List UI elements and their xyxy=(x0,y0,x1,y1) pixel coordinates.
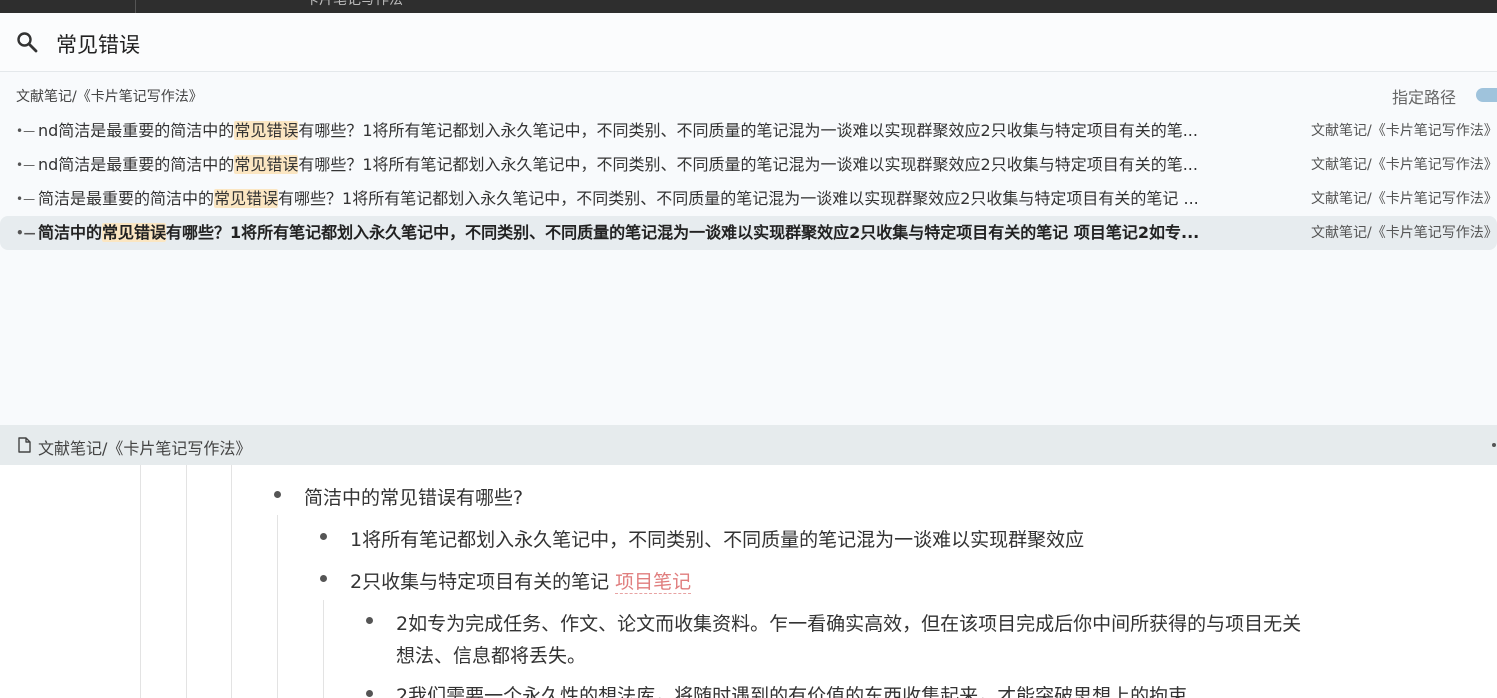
specify-path-toggle[interactable] xyxy=(1476,88,1497,102)
result-icon: •— xyxy=(16,226,36,240)
bullet[interactable] xyxy=(320,575,327,582)
preview-title: 文献笔记/《卡片笔记写作法》 xyxy=(38,439,252,458)
outline-line[interactable]: 简洁中的常见错误有哪些? xyxy=(304,483,523,510)
wiki-link[interactable]: 项目笔记 xyxy=(615,571,692,594)
search-icon xyxy=(17,32,38,53)
more-options-icon[interactable] xyxy=(1492,443,1496,447)
file-icon xyxy=(18,437,31,453)
outline-line[interactable]: 2只收集与特定项目有关的笔记 项目笔记 xyxy=(350,567,692,594)
path-filter-bar: 文献笔记/《卡片笔记写作法》 指定路径 xyxy=(0,80,1497,108)
current-path: 文献笔记/《卡片笔记写作法》 xyxy=(16,89,203,105)
indent-guide xyxy=(277,515,278,698)
indent-guide xyxy=(140,465,141,698)
top-bar: 卡片笔记写作法 xyxy=(0,0,1497,13)
result-source: 文献笔记/《卡片笔记写作法》 xyxy=(1311,123,1497,139)
match-highlight: 常见错误 xyxy=(214,189,279,208)
result-text: nd简洁是最重要的简洁中的常见错误有哪些？1将所有笔记都划入永久笔记中，不同类别… xyxy=(38,121,1198,140)
search-result-row[interactable]: •— nd简洁是最重要的简洁中的常见错误有哪些？1将所有笔记都划入永久笔记中，不同… xyxy=(0,148,1497,182)
indent-guide xyxy=(186,465,187,698)
search-result-row[interactable]: •— nd简洁是最重要的简洁中的常见错误有哪些？1将所有笔记都划入永久笔记中，不同… xyxy=(0,114,1497,148)
match-highlight: 常见错误 xyxy=(234,155,299,174)
outline-line-continuation[interactable]: 想法、信息都将丢失。 xyxy=(396,641,586,668)
search-results: •— nd简洁是最重要的简洁中的常见错误有哪些？1将所有笔记都划入永久笔记中，不同… xyxy=(0,114,1497,250)
result-icon: •— xyxy=(16,158,36,172)
result-text: 简洁中的常见错误有哪些？1将所有笔记都划入永久笔记中，不同类别、不同质量的笔记混… xyxy=(38,223,1200,242)
bullet[interactable] xyxy=(366,690,373,697)
result-text: nd简洁是最重要的简洁中的常见错误有哪些？1将所有笔记都划入永久笔记中，不同类别… xyxy=(38,155,1198,174)
divider xyxy=(135,0,136,13)
search-result-row[interactable]: •— 简洁是最重要的简洁中的常见错误有哪些？1将所有笔记都划入永久笔记中，不同类别… xyxy=(0,182,1497,216)
background-tab-text: 卡片笔记写作法 xyxy=(305,0,403,8)
bullet[interactable] xyxy=(366,617,373,624)
result-source: 文献笔记/《卡片笔记写作法》 xyxy=(1311,225,1497,241)
result-source: 文献笔记/《卡片笔记写作法》 xyxy=(1311,191,1497,207)
specify-path-label: 指定路径 xyxy=(1392,88,1457,107)
result-icon: •— xyxy=(16,192,36,206)
outline-line[interactable]: 2我们需要一个永久性的想法库，将随时遇到的有价值的东西收集起来，才能突破思想上的… xyxy=(396,681,1187,698)
search-bar[interactable]: 常见错误 xyxy=(0,13,1497,72)
match-highlight: 常见错误 xyxy=(102,223,167,242)
indent-guide xyxy=(323,600,324,698)
match-highlight: 常见错误 xyxy=(234,121,299,140)
bullet[interactable] xyxy=(320,533,327,540)
search-result-row[interactable]: •— 简洁中的常见错误有哪些？1将所有笔记都划入永久笔记中，不同类别、不同质量的笔… xyxy=(0,216,1497,250)
outline-line[interactable]: 2如专为完成任务、作文、论文而收集资料。乍一看确实高效，但在该项目完成后你中间所… xyxy=(396,609,1301,636)
bullet[interactable] xyxy=(274,491,281,498)
result-source: 文献笔记/《卡片笔记写作法》 xyxy=(1311,157,1497,173)
result-text: 简洁是最重要的简洁中的常见错误有哪些？1将所有笔记都划入永久笔记中，不同类别、不… xyxy=(38,189,1199,208)
note-editor[interactable]: 简洁中的常见错误有哪些? 1将所有笔记都划入永久笔记中，不同类别、不同质量的笔记… xyxy=(0,465,1497,698)
outline-line-text: 2只收集与特定项目有关的笔记 xyxy=(350,571,616,593)
outline-line[interactable]: 1将所有笔记都划入永久笔记中，不同类别、不同质量的笔记混为一谈难以实现群聚效应 xyxy=(350,525,1084,552)
preview-header: 文献笔记/《卡片笔记写作法》 xyxy=(0,425,1497,465)
result-icon: •— xyxy=(16,124,36,138)
indent-guide xyxy=(231,465,232,698)
search-input[interactable]: 常见错误 xyxy=(56,29,140,59)
